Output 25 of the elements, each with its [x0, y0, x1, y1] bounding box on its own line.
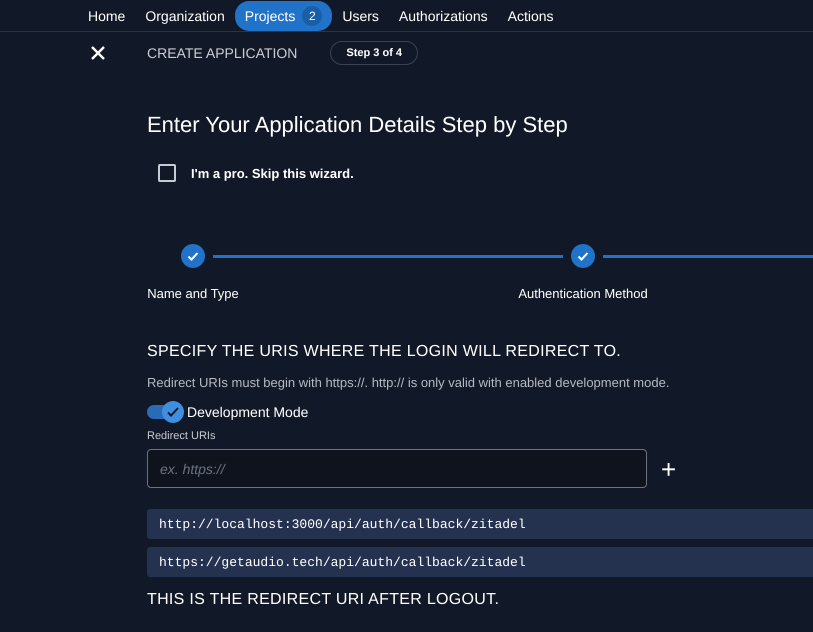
- section-title: THIS IS THE REDIRECT URI AFTER LOGOUT.: [147, 591, 500, 609]
- uri-chip: http://localhost:3000/api/auth/callback/zitadel: [147, 509, 813, 539]
- toggle-label: Development Mode: [187, 404, 308, 420]
- checkbox[interactable]: [158, 164, 176, 182]
- step-label: Name and Type: [147, 286, 239, 301]
- nav-tab[interactable]: Actions: [498, 2, 564, 28]
- section-title: SPECIFY THE URIS WHERE THE LOGIN WILL REDIRECT TO.: [147, 343, 622, 361]
- uri-chip: https://getaudio.tech/api/auth/callback/zitadel: [147, 547, 813, 577]
- field-label: Redirect URIs: [147, 430, 216, 442]
- page-title: CREATE APPLICATION: [147, 45, 298, 61]
- nav-tab[interactable]: Users: [332, 2, 389, 28]
- close-icon[interactable]: [90, 45, 106, 61]
- nav-tab[interactable]: Home: [78, 2, 136, 28]
- nav-tab[interactable]: Authorizations: [388, 2, 498, 28]
- nav-tab[interactable]: Projects 2: [234, 0, 332, 30]
- count-badge: 2: [302, 6, 322, 26]
- check-icon: [166, 405, 180, 419]
- checkbox-label: I'm a pro. Skip this wizard.: [191, 166, 354, 180]
- hint-text: Redirect URIs must begin with https://. http:// is only valid with enabled development mode.: [147, 375, 670, 390]
- step-indicator: Step 3 of 4: [330, 41, 418, 65]
- uri-input-field[interactable]: ex. https://: [147, 449, 647, 488]
- add-button[interactable]: +: [657, 456, 680, 482]
- step-label: Authentication Method: [518, 286, 648, 301]
- heading: Enter Your Application Details Step by Step: [147, 112, 569, 138]
- nav-tab[interactable]: Organization: [135, 2, 235, 28]
